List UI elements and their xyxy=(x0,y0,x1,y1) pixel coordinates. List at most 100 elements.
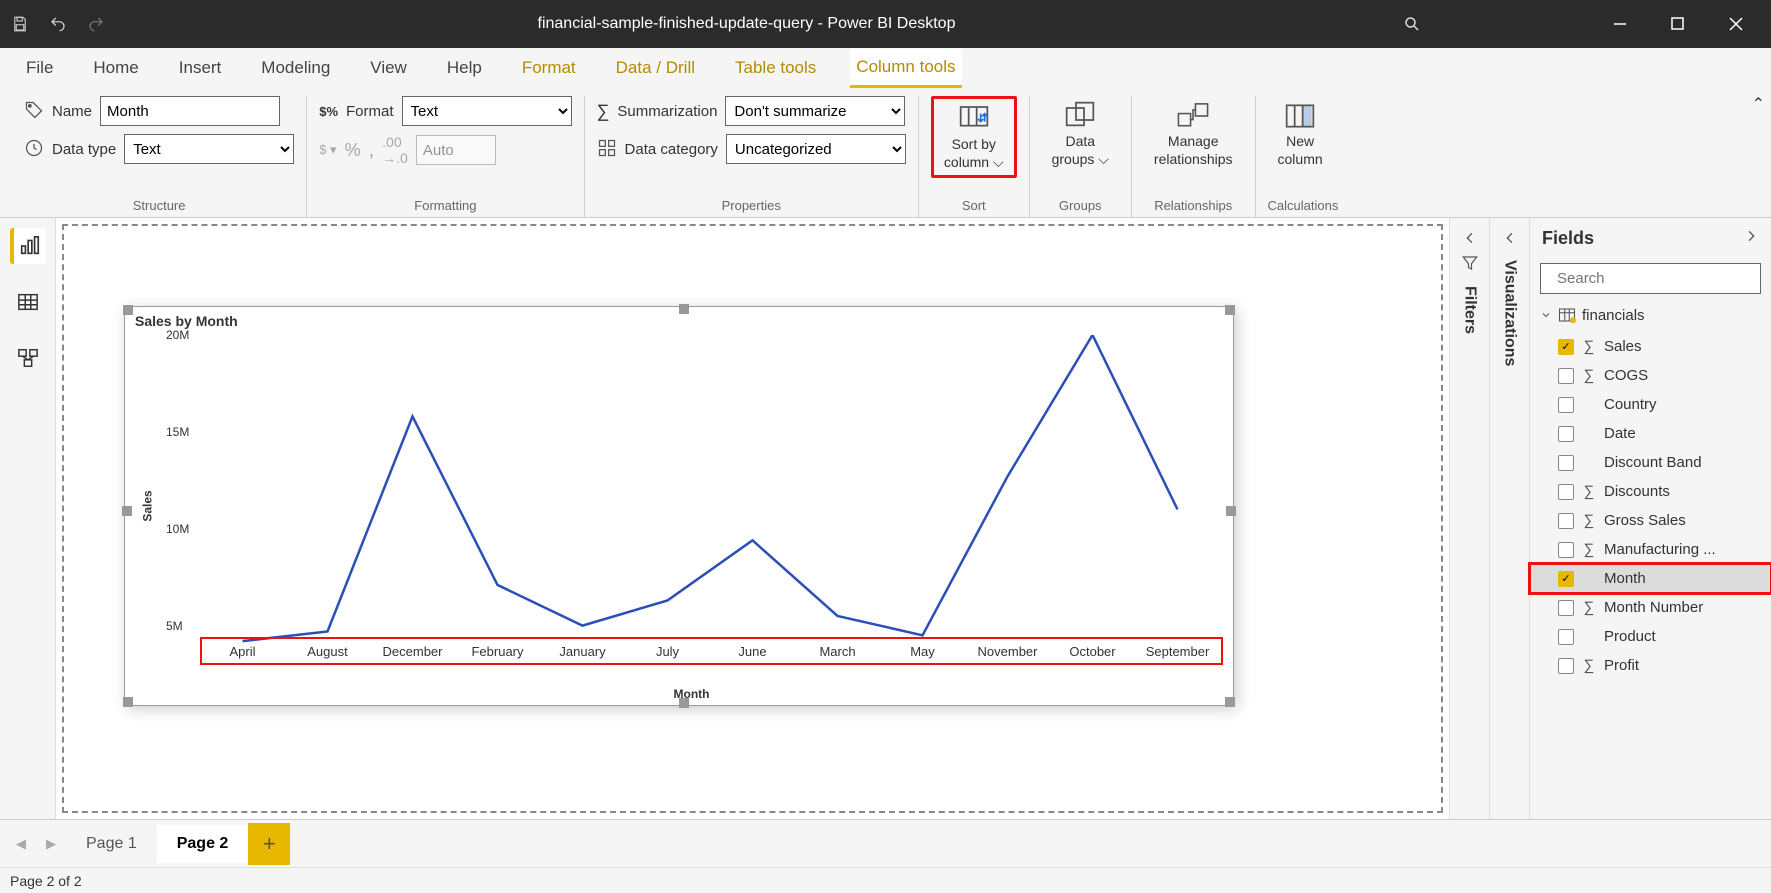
field-label: Discount Band xyxy=(1604,454,1702,471)
checkbox[interactable] xyxy=(1558,455,1574,471)
model-view-button[interactable] xyxy=(10,340,46,376)
tab-view[interactable]: View xyxy=(364,50,413,86)
report-view-button[interactable] xyxy=(10,228,46,264)
field-label: Product xyxy=(1604,628,1656,645)
group-formatting-label: Formatting xyxy=(319,194,571,217)
field-profit[interactable]: ∑Profit xyxy=(1530,651,1771,680)
table-icon xyxy=(1558,306,1576,324)
checkbox[interactable] xyxy=(1558,629,1574,645)
tab-insert[interactable]: Insert xyxy=(173,50,228,86)
tab-modeling[interactable]: Modeling xyxy=(255,50,336,86)
checkbox[interactable]: ✓ xyxy=(1558,339,1574,355)
checkbox[interactable]: ✓ xyxy=(1558,571,1574,587)
currency-button[interactable]: $ ▾ xyxy=(319,142,336,158)
field-month[interactable]: ✓ Month xyxy=(1530,564,1771,593)
minimize-button[interactable] xyxy=(1595,0,1645,48)
comma-button[interactable]: , xyxy=(369,139,375,162)
checkbox[interactable] xyxy=(1558,426,1574,442)
field-manufacturing-[interactable]: ∑Manufacturing ... xyxy=(1530,535,1771,564)
field-discount-band[interactable]: Discount Band xyxy=(1530,448,1771,477)
tab-home[interactable]: Home xyxy=(87,50,144,86)
summarization-label: Summarization xyxy=(617,103,717,120)
filters-panel-collapsed[interactable]: Filters xyxy=(1449,218,1489,819)
fields-search-input[interactable] xyxy=(1557,270,1756,287)
field-cogs[interactable]: ∑COGS xyxy=(1530,361,1771,390)
decimals-input[interactable] xyxy=(416,135,496,165)
field-product[interactable]: Product xyxy=(1530,622,1771,651)
filter-icon[interactable] xyxy=(1329,218,1349,219)
field-gross-sales[interactable]: ∑Gross Sales xyxy=(1530,506,1771,535)
tab-help[interactable]: Help xyxy=(441,50,488,86)
checkbox[interactable] xyxy=(1558,397,1574,413)
status-bar: Page 2 of 2 xyxy=(0,867,1771,893)
ribbon-tabs: File Home Insert Modeling View Help Form… xyxy=(0,48,1771,88)
y-tick: 5M xyxy=(166,619,183,633)
save-icon[interactable] xyxy=(10,14,30,34)
checkbox[interactable] xyxy=(1558,484,1574,500)
sigma-icon: ∑ xyxy=(1582,483,1596,500)
chevron-left-icon[interactable] xyxy=(1462,230,1478,246)
new-column-button[interactable]: New column xyxy=(1268,96,1333,172)
group-properties-label: Properties xyxy=(597,194,906,217)
visualizations-panel-collapsed[interactable]: Visualizations xyxy=(1489,218,1529,819)
maximize-button[interactable] xyxy=(1653,0,1703,48)
ribbon-collapse-chevron[interactable]: ⌃ xyxy=(1752,94,1765,114)
checkbox[interactable] xyxy=(1558,542,1574,558)
chevron-down-icon xyxy=(1540,309,1552,321)
sigma-icon: ∑ xyxy=(1582,338,1596,355)
sort-by-column-button[interactable]: Sort by column ⌵ xyxy=(931,96,1017,178)
field-month-number[interactable]: ∑Month Number xyxy=(1530,593,1771,622)
page-prev-button[interactable]: ◀ xyxy=(6,829,36,859)
report-canvas[interactable]: ··· Sales by Month Sales Month 20M15M10M… xyxy=(56,218,1449,819)
focus-mode-icon[interactable] xyxy=(1367,218,1387,219)
close-button[interactable] xyxy=(1711,0,1761,48)
table-node-financials[interactable]: financials xyxy=(1530,298,1771,332)
tab-file[interactable]: File xyxy=(20,50,59,86)
tab-column-tools[interactable]: Column tools xyxy=(850,49,961,88)
page-tab-2[interactable]: Page 2 xyxy=(157,825,249,863)
checkbox[interactable] xyxy=(1558,368,1574,384)
decimals-button[interactable]: .00→.0 xyxy=(382,134,408,166)
field-discounts[interactable]: ∑Discounts xyxy=(1530,477,1771,506)
data-view-button[interactable] xyxy=(10,284,46,320)
field-sales[interactable]: ✓∑ Sales xyxy=(1530,332,1771,361)
manage-relationships-button[interactable]: Manage relationships xyxy=(1144,96,1243,172)
summarization-select[interactable]: Don't summarize xyxy=(725,96,905,126)
x-axis-label: Month xyxy=(674,687,710,701)
tab-data-drill[interactable]: Data / Drill xyxy=(610,50,701,86)
line-chart-visual[interactable]: Sales by Month Sales Month 20M15M10M5M A… xyxy=(124,306,1234,706)
group-groups-label: Groups xyxy=(1042,194,1119,217)
field-label: Gross Sales xyxy=(1604,512,1686,529)
percent-button[interactable]: % xyxy=(345,140,361,161)
add-page-button[interactable]: + xyxy=(248,823,290,865)
name-input[interactable] xyxy=(100,96,280,126)
chevron-left-icon[interactable] xyxy=(1502,230,1518,246)
y-tick: 15M xyxy=(166,425,189,439)
checkbox[interactable] xyxy=(1558,658,1574,674)
datatype-select[interactable]: Text xyxy=(124,134,294,164)
field-date[interactable]: Date xyxy=(1530,419,1771,448)
field-country[interactable]: Country xyxy=(1530,390,1771,419)
checkbox[interactable] xyxy=(1558,600,1574,616)
filter-icon xyxy=(1461,254,1479,272)
fields-panel: Fields financials ✓∑ Sales∑COGSCountryDa… xyxy=(1529,218,1771,819)
redo-icon[interactable] xyxy=(86,14,106,34)
fields-search[interactable] xyxy=(1540,263,1761,294)
tab-table-tools[interactable]: Table tools xyxy=(729,50,822,86)
page-next-button[interactable]: ▶ xyxy=(36,829,66,859)
page-tab-1[interactable]: Page 1 xyxy=(66,825,157,863)
checkbox[interactable] xyxy=(1558,513,1574,529)
datacategory-select[interactable]: Uncategorized xyxy=(726,134,906,164)
group-relationships-label: Relationships xyxy=(1144,194,1243,217)
undo-icon[interactable] xyxy=(48,14,68,34)
format-icon: $% xyxy=(319,104,338,119)
tab-format[interactable]: Format xyxy=(516,50,582,86)
sigma-icon: ∑ xyxy=(1582,657,1596,674)
chevron-right-icon[interactable] xyxy=(1743,228,1759,249)
more-options-icon[interactable]: ··· xyxy=(1405,218,1431,219)
data-groups-button[interactable]: Data groups ⌵ xyxy=(1042,96,1119,172)
field-label: Month xyxy=(1604,570,1646,587)
format-select[interactable]: Text xyxy=(402,96,572,126)
sigma-icon: ∑ xyxy=(1582,541,1596,558)
search-icon[interactable] xyxy=(1387,0,1437,48)
